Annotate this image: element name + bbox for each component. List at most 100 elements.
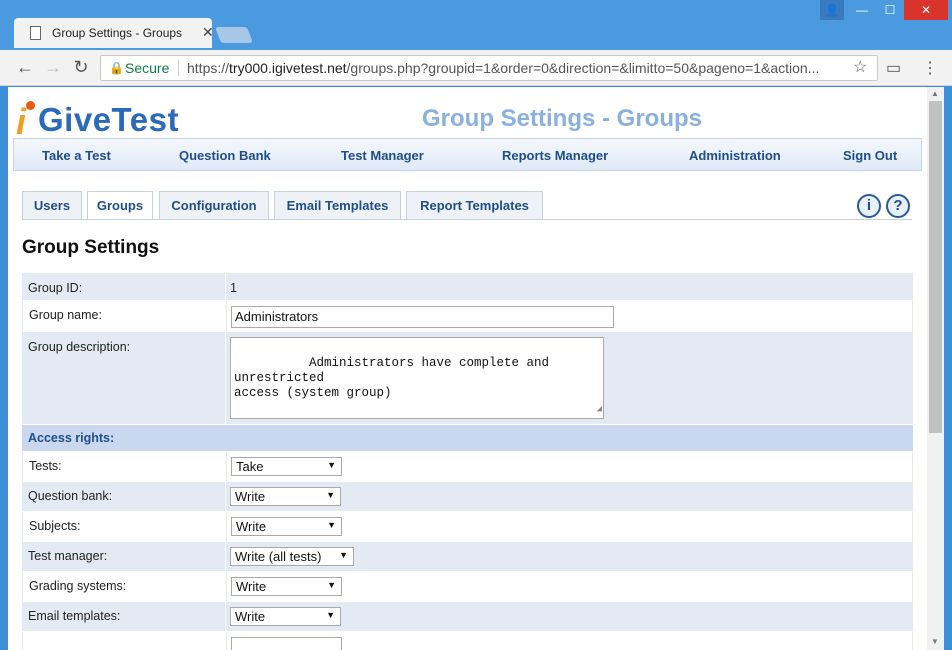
page-title: Group Settings - Groups xyxy=(422,105,702,132)
nav-question-bank[interactable]: Question Bank xyxy=(179,148,271,163)
nav-sign-out[interactable]: Sign Out xyxy=(843,148,897,163)
column-separator xyxy=(225,332,226,424)
grading-systems-select[interactable]: Write ▼ xyxy=(231,577,342,596)
access-rights-header: Access rights: xyxy=(22,425,913,452)
column-separator xyxy=(226,452,227,481)
menu-dots-icon[interactable]: ⋮ xyxy=(922,58,938,78)
row-test-manager: Test manager: Write (all tests) ▼ xyxy=(22,542,913,572)
logo-text: GiveTest xyxy=(38,101,179,138)
vertical-scrollbar[interactable]: ▲ ▼ xyxy=(927,87,944,650)
logo-i: i xyxy=(16,101,27,142)
column-separator xyxy=(225,542,226,571)
nav-administration[interactable]: Administration xyxy=(689,148,781,163)
url-text: https://try000.igivetest.net/groups.php?… xyxy=(187,56,847,80)
scroll-up-icon[interactable]: ▲ xyxy=(931,89,939,98)
url-host: try000.igivetest.net xyxy=(229,60,347,76)
dropdown-arrow-icon: ▼ xyxy=(339,550,348,560)
tab-users[interactable]: Users xyxy=(22,191,82,219)
nav-test-manager[interactable]: Test Manager xyxy=(341,148,424,163)
group-settings-form: Group ID: 1 Group name: Administrators G… xyxy=(22,273,913,650)
dropdown-arrow-icon: ▼ xyxy=(326,610,335,620)
test-manager-label: Test manager: xyxy=(28,549,108,563)
email-templates-select[interactable]: Write ▼ xyxy=(230,607,341,626)
tab-report-templates[interactable]: Report Templates xyxy=(406,191,543,219)
dropdown-arrow-icon: ▼ xyxy=(327,460,336,470)
url-path: /groups.php?groupid=1&order=0&direction=… xyxy=(346,60,820,76)
row-partial xyxy=(22,632,913,650)
browser-toolbar: ← → ↻ 🔒 Secure https://try000.igivetest.… xyxy=(0,50,952,86)
address-bar[interactable]: 🔒 Secure https://try000.igivetest.net/gr… xyxy=(100,55,878,81)
subjects-select[interactable]: Write ▼ xyxy=(231,517,342,536)
row-tests: Tests: Take ▼ xyxy=(22,452,913,482)
resize-grip-icon[interactable]: ◢ xyxy=(597,402,602,417)
address-separator xyxy=(178,60,179,76)
profile-icon[interactable]: 👤 xyxy=(820,0,844,20)
row-email-templates: Email templates: Write ▼ xyxy=(22,602,913,632)
maximize-icon[interactable]: ☐ xyxy=(878,0,902,20)
url-scheme: https:// xyxy=(187,60,230,76)
grading-systems-select-value: Write xyxy=(236,579,267,594)
group-name-input[interactable]: Administrators xyxy=(231,306,614,328)
tab-email-templates[interactable]: Email Templates xyxy=(274,191,401,219)
column-separator xyxy=(225,482,226,511)
question-bank-label: Question bank: xyxy=(28,489,113,503)
row-grading-systems: Grading systems: Write ▼ xyxy=(22,572,913,602)
page-icon xyxy=(30,26,41,40)
group-id-label: Group ID: xyxy=(28,281,83,295)
tab-configuration[interactable]: Configuration xyxy=(159,191,269,219)
row-group-description: Group description: Administrators have c… xyxy=(22,332,913,425)
lock-icon: 🔒 xyxy=(109,61,124,75)
partial-select[interactable] xyxy=(231,637,342,650)
nav-reports-manager[interactable]: Reports Manager xyxy=(502,148,608,163)
column-separator xyxy=(225,602,226,631)
email-templates-label: Email templates: xyxy=(28,609,121,623)
column-separator xyxy=(226,512,227,541)
page-viewport: i GiveTest Group Settings - Groups Take … xyxy=(8,87,944,650)
subjects-select-value: Write xyxy=(236,519,267,534)
bookmark-star-icon[interactable]: ☆ xyxy=(853,56,867,80)
main-navigation: Take a Test Question Bank Test Manager R… xyxy=(13,138,922,171)
tests-select[interactable]: Take ▼ xyxy=(231,457,342,476)
cast-icon[interactable]: ▭ xyxy=(886,58,901,78)
reload-icon[interactable]: ↻ xyxy=(70,57,92,78)
nav-take-a-test[interactable]: Take a Test xyxy=(42,148,111,163)
tab-groups[interactable]: Groups xyxy=(87,191,153,219)
grading-systems-label: Grading systems: xyxy=(29,579,127,593)
dropdown-arrow-icon: ▼ xyxy=(326,490,335,500)
group-name-label: Group name: xyxy=(29,308,102,322)
tabs-divider xyxy=(22,219,912,220)
new-tab-button[interactable] xyxy=(215,27,253,43)
help-question-icon[interactable]: ? xyxy=(886,194,910,218)
test-manager-select[interactable]: Write (all tests) ▼ xyxy=(230,547,354,566)
question-bank-select[interactable]: Write ▼ xyxy=(230,487,341,506)
column-separator xyxy=(225,273,226,300)
scroll-down-icon[interactable]: ▼ xyxy=(931,637,939,646)
group-description-label: Group description: xyxy=(28,340,131,354)
subjects-label: Subjects: xyxy=(29,519,81,533)
group-description-text: Administrators have complete and unrestr… xyxy=(234,356,550,400)
email-templates-select-value: Write xyxy=(235,609,266,624)
forward-arrow-icon[interactable]: → xyxy=(42,57,64,78)
logo-dot xyxy=(26,101,35,110)
page-content: i GiveTest Group Settings - Groups Take … xyxy=(8,87,927,650)
group-description-textarea[interactable]: Administrators have complete and unrestr… xyxy=(230,337,604,419)
row-group-id: Group ID: 1 xyxy=(22,273,913,301)
secure-label: Secure xyxy=(125,60,170,76)
tab-title: Group Settings - Groups xyxy=(52,26,183,40)
browser-titlebar: Group Settings - Groups ✕ 👤 — ☐ ✕ xyxy=(0,0,952,50)
tests-select-value: Take xyxy=(236,459,264,474)
test-manager-select-value: Write (all tests) xyxy=(235,549,322,564)
column-separator xyxy=(226,301,227,331)
info-icon[interactable]: i xyxy=(857,194,881,218)
tab-close-icon[interactable]: ✕ xyxy=(202,24,214,41)
browser-tab[interactable]: Group Settings - Groups ✕ xyxy=(14,18,214,48)
minimize-icon[interactable]: — xyxy=(848,0,876,20)
dropdown-arrow-icon: ▼ xyxy=(327,580,336,590)
column-separator xyxy=(226,572,227,601)
scrollbar-thumb[interactable] xyxy=(929,101,942,433)
group-id-value: 1 xyxy=(230,281,237,295)
row-subjects: Subjects: Write ▼ xyxy=(22,512,913,542)
back-arrow-icon[interactable]: ← xyxy=(14,57,36,78)
question-bank-select-value: Write xyxy=(235,489,266,504)
window-close-icon[interactable]: ✕ xyxy=(904,0,948,20)
